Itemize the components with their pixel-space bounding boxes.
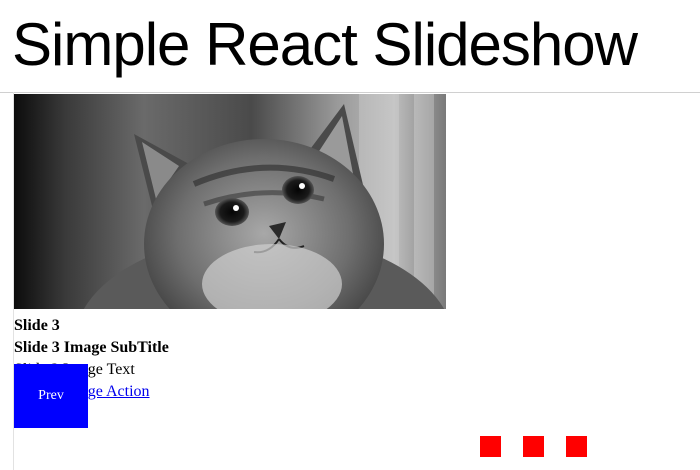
header-divider (0, 92, 700, 93)
slide-title: Slide 3 (14, 317, 60, 334)
page-title: Simple React Slideshow (12, 11, 638, 78)
slide-subtitle: Slide 3 Image SubTitle (14, 339, 169, 356)
prev-button[interactable]: Prev (14, 364, 88, 428)
slide-dot-1[interactable] (480, 436, 501, 457)
slide-image (14, 94, 446, 309)
slide-dot-3[interactable] (566, 436, 587, 457)
slide-dot-2[interactable] (523, 436, 544, 457)
